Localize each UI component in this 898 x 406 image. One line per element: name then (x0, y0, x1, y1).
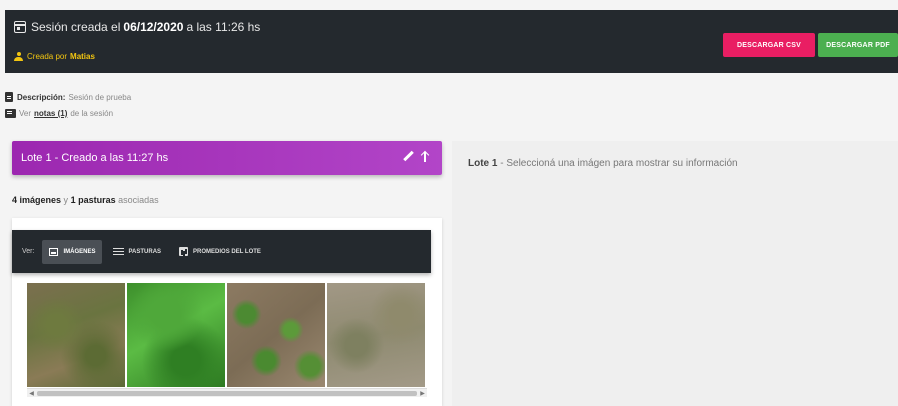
lote-actions (402, 150, 430, 162)
pasture-photo-4[interactable] (327, 283, 425, 387)
tab-lote-averages[interactable]: PROMEDIOS DEL LOTE (172, 240, 268, 264)
view-label: Ver: (22, 248, 35, 255)
session-title: Sesión creada el 06/12/2020 a las 11:26 … (14, 20, 260, 34)
images-count: 4 imágenes (12, 195, 62, 205)
session-mid: a las (186, 20, 212, 34)
download-pdf-button[interactable]: DESCARGAR PDF (818, 33, 898, 57)
edit-icon[interactable] (402, 150, 414, 162)
document-icon (5, 92, 13, 102)
scrollbar-thumb[interactable] (37, 391, 417, 396)
lote-header-bar[interactable]: Lote 1 - Creado a las 11:27 hs (12, 141, 442, 175)
tab-averages-label: PROMEDIOS DEL LOTE (193, 248, 261, 255)
arrow-up-icon[interactable] (420, 150, 430, 162)
scroll-left-arrow-icon[interactable]: ◀ (27, 389, 36, 397)
image-gallery (27, 283, 427, 387)
notes-link[interactable]: notas (1) (34, 109, 67, 118)
lote-summary: 4 imágenes y 1 pasturas asociadas (12, 195, 159, 205)
session-header: Sesión creada el 06/12/2020 a las 11:26 … (5, 10, 898, 73)
calendar-icon (14, 21, 26, 33)
user-icon (14, 52, 23, 61)
session-date: 06/12/2020 (123, 20, 184, 34)
summary-suffix: asociadas (118, 195, 159, 205)
pastures-count: 1 pasturas (70, 195, 116, 205)
session-time: 11:26 hs (215, 20, 261, 34)
pasture-photo-1[interactable] (27, 283, 125, 387)
notes-icon (5, 109, 16, 118)
tab-images[interactable]: IMÁGENES (42, 239, 103, 264)
created-by: Creada por Matias (14, 52, 95, 61)
bar-chart-icon (179, 247, 189, 256)
info-panel: Lote 1 - Seleccioná una imágen para most… (452, 141, 898, 406)
tab-pastures-label: PASTURAS (128, 248, 162, 255)
scroll-right-arrow-icon[interactable]: ▶ (418, 389, 427, 397)
gallery-toolbar: Ver: IMÁGENES PASTURAS PROMEDIOS DEL LOT… (12, 230, 431, 273)
download-csv-button[interactable]: DESCARGAR CSV (723, 33, 815, 57)
summary-and: y (63, 195, 69, 205)
info-message: Lote 1 - Seleccioná una imágen para most… (468, 158, 738, 169)
tab-images-label: IMÁGENES (63, 248, 96, 255)
pasture-photo-2[interactable] (127, 283, 225, 387)
created-by-label: Creada por (27, 52, 68, 61)
tab-pastures[interactable]: PASTURAS (106, 240, 168, 264)
info-text: - Seleccioná una imágen para mostrar su … (500, 158, 738, 169)
image-icon (49, 247, 59, 256)
description-label: Descripción: (17, 92, 66, 102)
description-row: Descripción: Sesión de prueba (5, 92, 131, 102)
notes-prefix: Ver (19, 109, 32, 118)
gallery-scrollbar[interactable]: ◀ ▶ (27, 388, 427, 397)
session-prefix: Sesión creada el (31, 20, 121, 34)
info-lote-label: Lote 1 (468, 158, 498, 169)
creator-name: Matias (70, 52, 95, 61)
description-value: Sesión de prueba (68, 92, 132, 102)
notes-row: Ver notas (1) de la sesión (5, 109, 113, 118)
list-icon (113, 248, 125, 255)
notes-suffix: de la sesión (70, 109, 114, 118)
lote-title: Lote 1 - Creado a las 11:27 hs (21, 152, 169, 164)
pasture-photo-3[interactable] (227, 283, 325, 387)
